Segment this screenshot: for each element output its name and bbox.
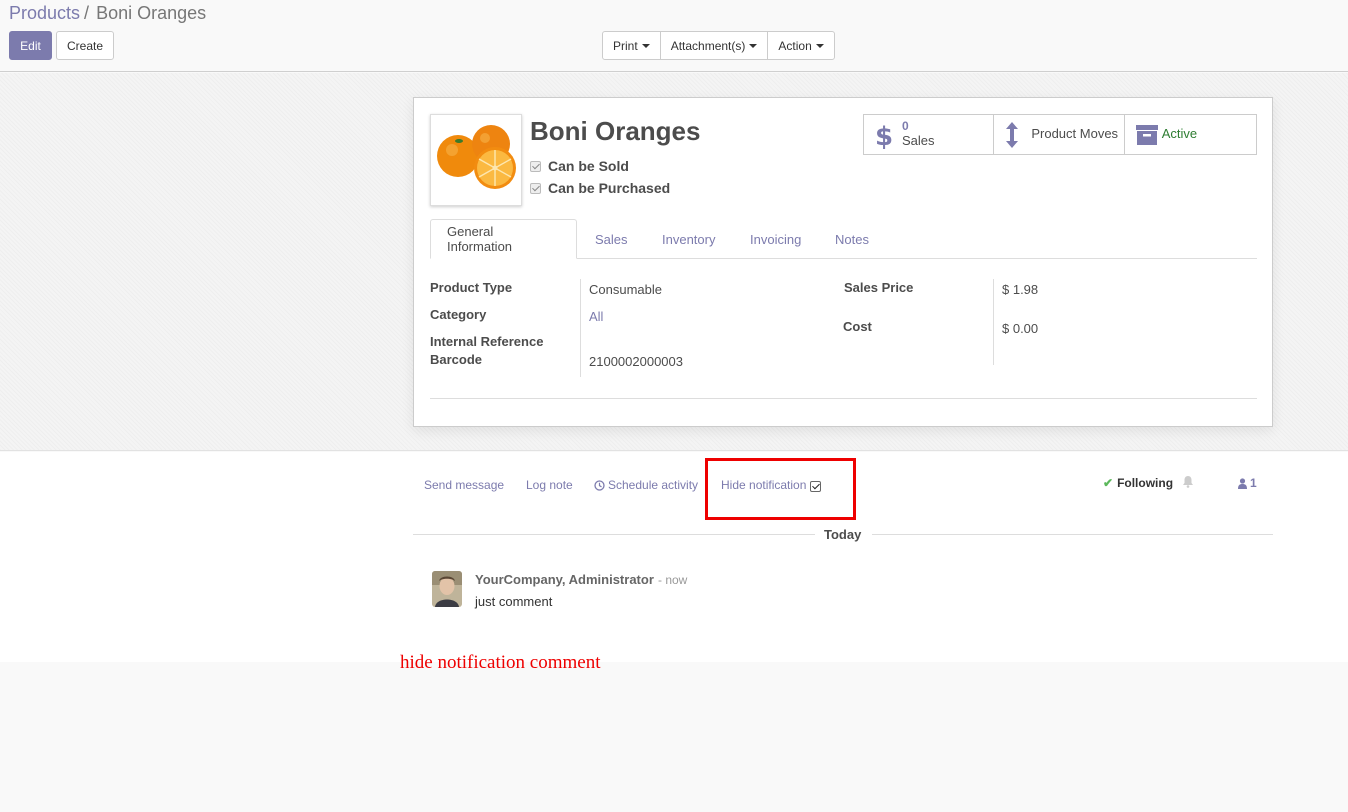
- can-be-sold-checkbox[interactable]: [530, 160, 541, 172]
- check-icon: ✔: [1103, 476, 1114, 490]
- archive-icon: [1135, 121, 1159, 150]
- clock-icon: [594, 479, 605, 491]
- notebook-tabs: General Information Sales Inventory Invo…: [430, 219, 1257, 259]
- product-moves-smart-button[interactable]: Product Moves: [994, 115, 1125, 154]
- sales-price-label: Sales Price: [844, 280, 914, 295]
- control-panel: Products / Boni Oranges Edit Create Print …: [0, 0, 1348, 72]
- active-label: Active: [1161, 126, 1198, 141]
- can-be-sold-row: Can be Sold: [530, 158, 629, 174]
- send-message-button[interactable]: Send message: [424, 478, 504, 492]
- category-link[interactable]: All: [589, 309, 603, 324]
- today-divider-right: [872, 534, 1273, 535]
- arrows-vertical-icon: [1004, 121, 1020, 152]
- breadcrumb: Products / Boni Oranges: [9, 3, 206, 24]
- product-moves-label: Product Moves: [1031, 126, 1119, 141]
- action-dropdown[interactable]: Action: [767, 31, 835, 60]
- can-be-purchased-checkbox[interactable]: [530, 182, 541, 194]
- tab-inventory[interactable]: Inventory: [646, 219, 731, 259]
- breadcrumb-products-link[interactable]: Products: [9, 3, 80, 23]
- sales-smart-button[interactable]: $ 0 Sales: [864, 115, 995, 154]
- message-author[interactable]: YourCompany, Administrator: [475, 572, 654, 587]
- svg-text:$: $: [875, 122, 892, 149]
- bell-icon[interactable]: [1182, 475, 1194, 491]
- today-separator-label: Today: [824, 527, 862, 542]
- print-label: Print: [613, 38, 638, 53]
- log-note-button[interactable]: Log note: [526, 478, 573, 492]
- field-separator-right: [993, 279, 994, 365]
- product-name: Boni Oranges: [530, 116, 701, 146]
- sales-price-value[interactable]: $ 1.98: [1002, 282, 1038, 297]
- product-image[interactable]: [430, 114, 522, 206]
- form-sheet: Boni Oranges Can be Sold Can be Purchase…: [413, 97, 1273, 427]
- today-divider-left: [413, 534, 815, 535]
- category-label: Category: [430, 307, 487, 322]
- following-label: Following: [1117, 476, 1174, 490]
- barcode-value[interactable]: 2100002000003: [589, 354, 683, 369]
- oranges-image: [431, 115, 521, 205]
- action-button-group: Print Attachment(s) Action: [602, 31, 835, 60]
- annotation-text: hide notification comment: [400, 652, 601, 673]
- tab-sales[interactable]: Sales: [579, 219, 644, 259]
- schedule-activity-button[interactable]: Schedule activity: [594, 478, 698, 492]
- followers-button[interactable]: 1: [1238, 476, 1257, 490]
- can-be-sold-label: Can be Sold: [548, 158, 629, 174]
- field-separator-left: [580, 279, 581, 377]
- attachments-label: Attachment(s): [670, 38, 746, 53]
- message-body: just comment: [475, 594, 553, 609]
- attachments-dropdown[interactable]: Attachment(s): [659, 31, 769, 60]
- dollar-icon: $: [874, 121, 893, 152]
- caret-down-icon: [641, 43, 650, 48]
- avatar[interactable]: [432, 571, 462, 607]
- smart-buttons: $ 0 Sales Product Moves Active: [863, 114, 1257, 155]
- tab-invoicing[interactable]: Invoicing: [734, 219, 817, 259]
- breadcrumb-current: Boni Oranges: [96, 3, 207, 23]
- create-button[interactable]: Create: [56, 31, 114, 60]
- caret-down-icon: [749, 43, 758, 48]
- cost-value[interactable]: $ 0.00: [1002, 321, 1038, 336]
- tab-general-information[interactable]: General Information: [430, 219, 577, 259]
- action-label: Action: [778, 38, 812, 53]
- can-be-purchased-label: Can be Purchased: [548, 180, 671, 196]
- barcode-label: Barcode: [430, 352, 483, 367]
- chatter: Send message Log note Schedule activity …: [0, 452, 1348, 662]
- following-button[interactable]: ✔ Following: [1103, 476, 1173, 490]
- can-be-purchased-row: Can be Purchased: [530, 180, 670, 196]
- print-dropdown[interactable]: Print: [602, 31, 661, 60]
- sales-count: 0: [902, 119, 909, 133]
- internal-reference-label: Internal Reference: [430, 334, 544, 349]
- cost-label: Cost: [843, 319, 872, 334]
- followers-count: 1: [1250, 476, 1257, 490]
- message-date: - now: [658, 573, 688, 587]
- highlight-box: [705, 458, 856, 520]
- user-icon: [1238, 477, 1247, 489]
- schedule-activity-label: Schedule activity: [608, 478, 699, 492]
- sales-label: Sales: [902, 133, 935, 148]
- edit-button[interactable]: Edit: [9, 31, 52, 60]
- caret-down-icon: [815, 43, 824, 48]
- product-type-value[interactable]: Consumable: [589, 282, 662, 297]
- product-type-label: Product Type: [430, 280, 513, 295]
- breadcrumb-separator: /: [84, 3, 90, 23]
- sheet-bottom-divider: [430, 398, 1257, 399]
- active-toggle-button[interactable]: Active: [1124, 115, 1257, 154]
- tab-notes[interactable]: Notes: [819, 219, 885, 259]
